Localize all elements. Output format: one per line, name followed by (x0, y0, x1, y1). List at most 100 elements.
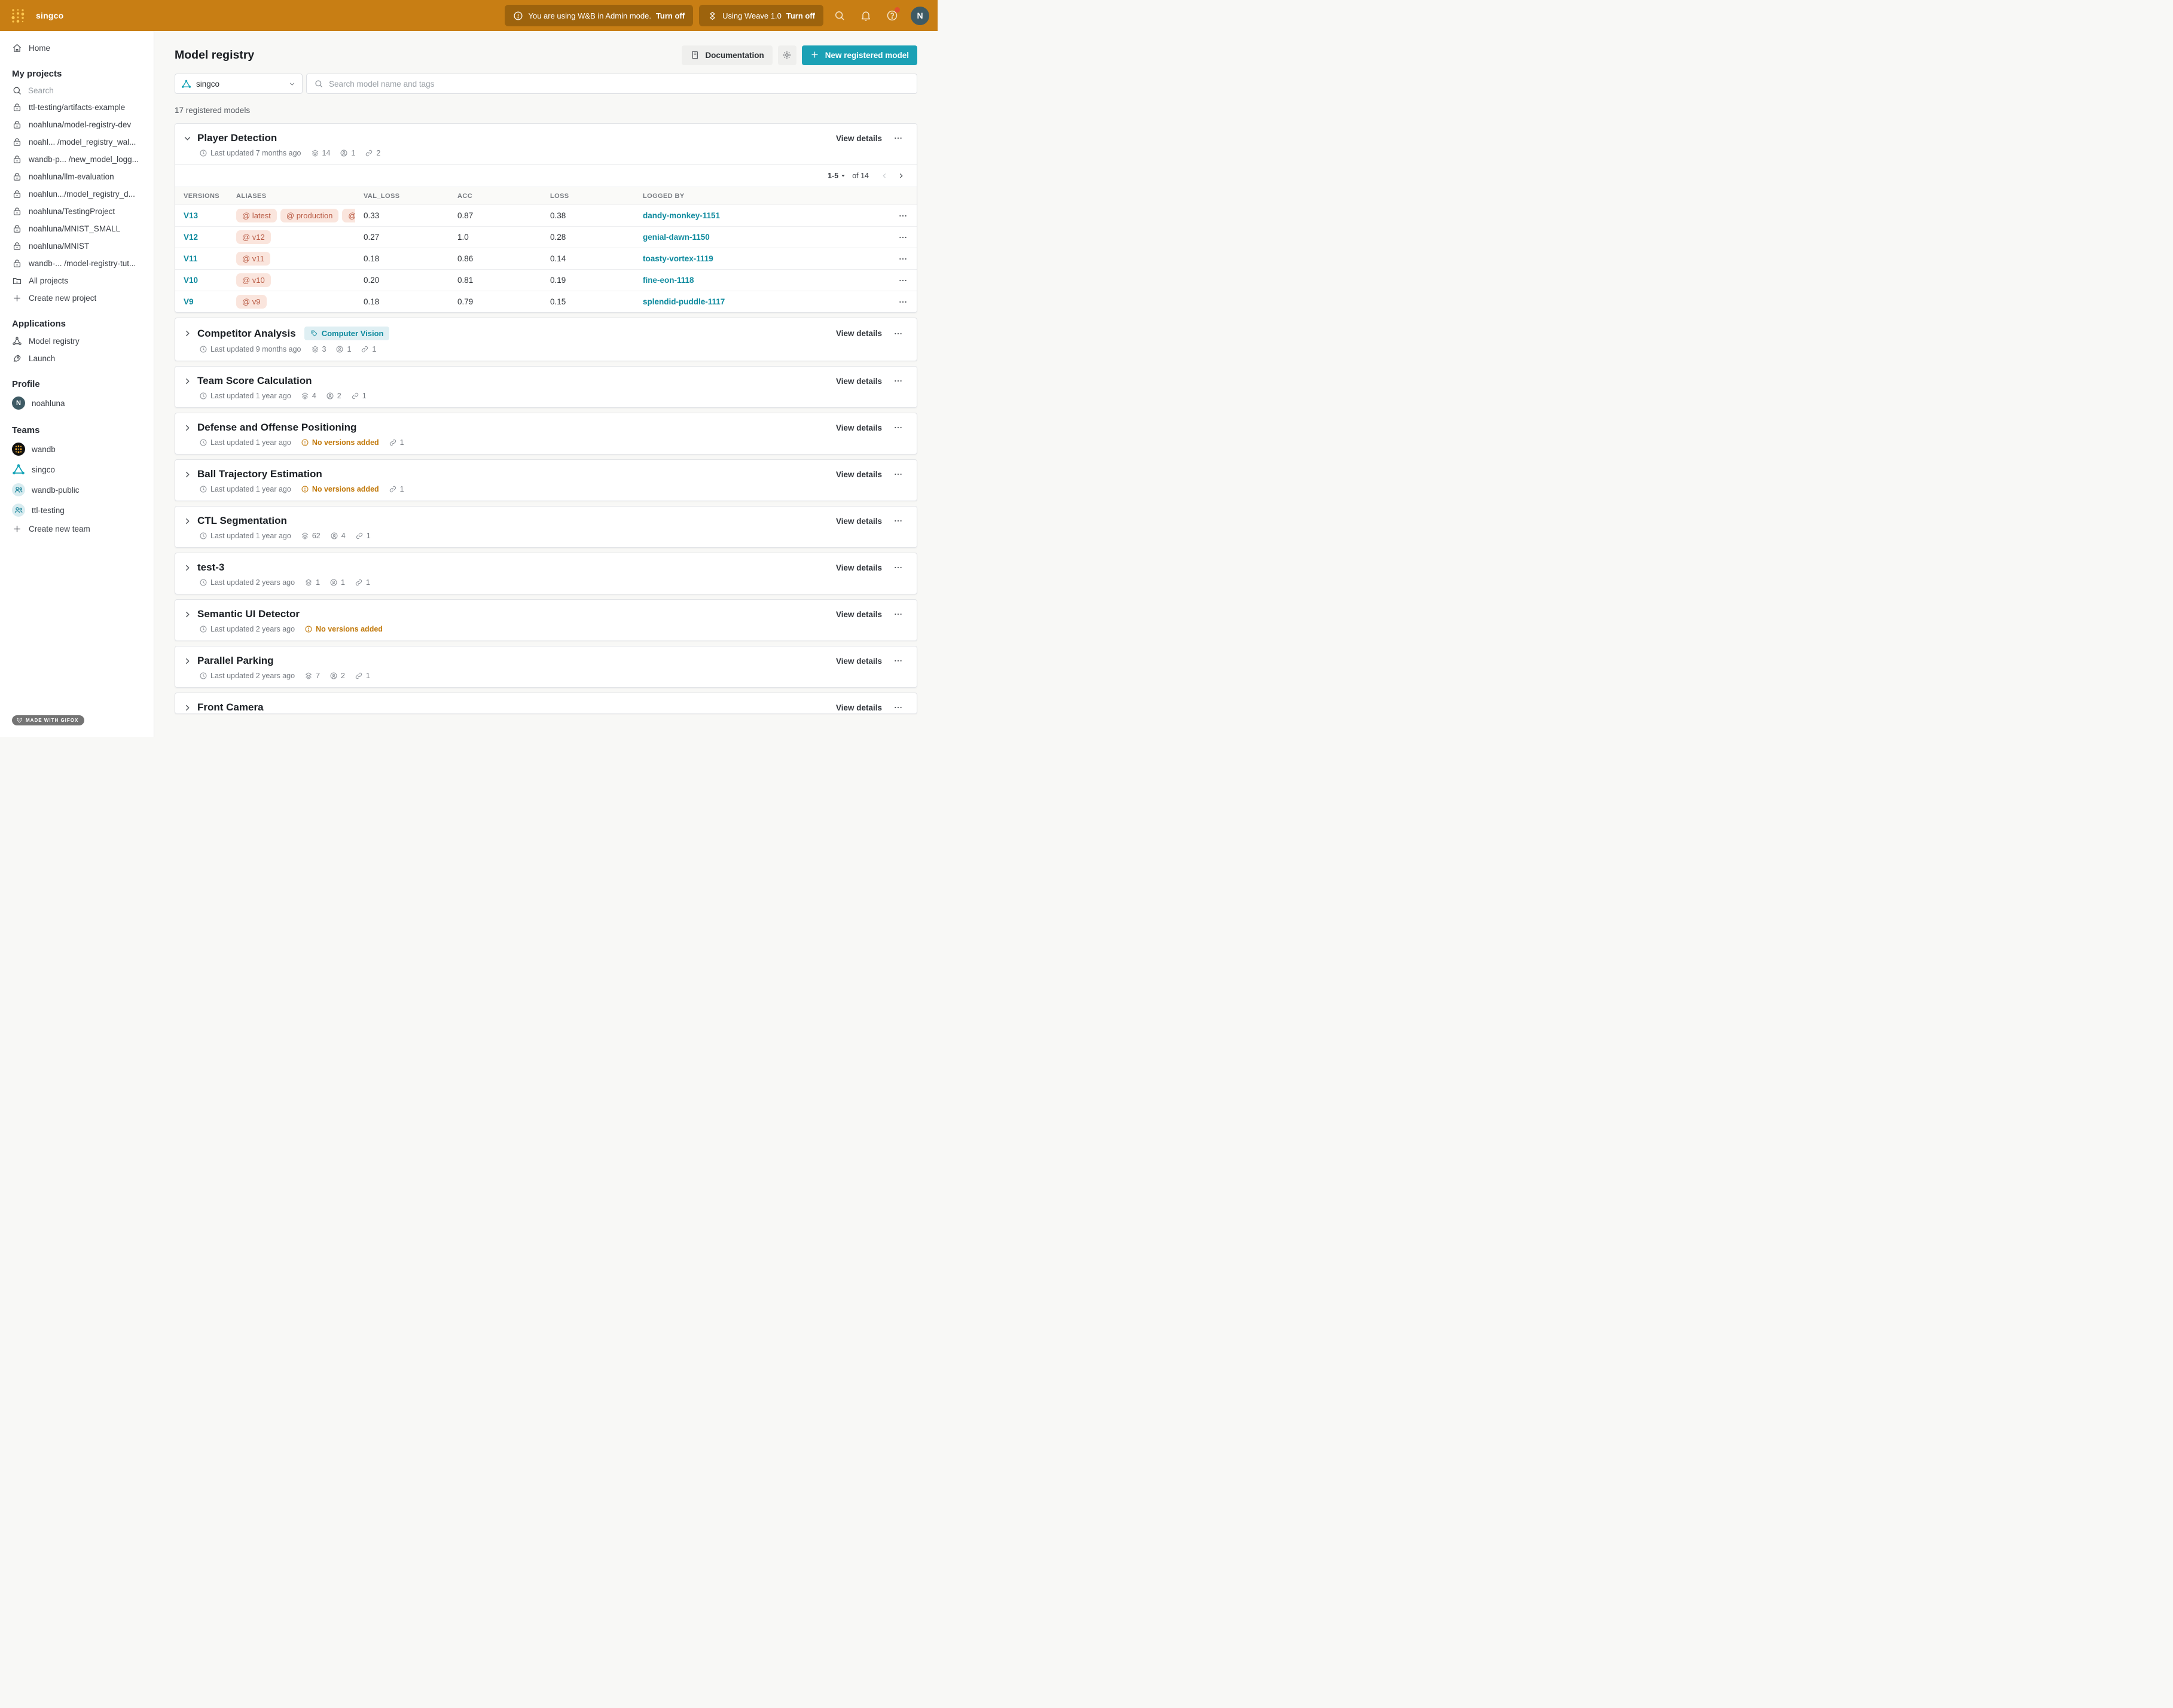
weave-turn-off-button[interactable]: Turn off (786, 11, 815, 20)
view-details-link[interactable]: View details (836, 329, 882, 338)
sidebar-item-ttl-testing[interactable]: ttl-testing (10, 500, 148, 520)
sidebar-item-noahluna-model-registry-dev[interactable]: noahluna/model-registry-dev (10, 116, 148, 133)
sidebar-item-launch[interactable]: Launch (10, 350, 148, 367)
overflow-menu-button[interactable] (892, 609, 905, 620)
logged-by-run-link[interactable]: dandy-monkey-1151 (634, 211, 889, 220)
documentation-button[interactable]: Documentation (682, 45, 772, 65)
team-selector[interactable]: singco (175, 74, 303, 94)
sidebar-item-model-registry[interactable]: Model registry (10, 333, 148, 350)
user-avatar[interactable]: N (911, 7, 929, 25)
chevron-right-icon[interactable] (182, 376, 193, 386)
view-details-link[interactable]: View details (836, 517, 882, 526)
sidebar-item-noahluna[interactable]: Nnoahluna (10, 393, 148, 413)
sidebar-item-all-projects[interactable]: All projects (10, 272, 148, 289)
model-name[interactable]: CTL Segmentation (197, 515, 287, 527)
version-link[interactable]: V10 (175, 276, 228, 285)
view-details-link[interactable]: View details (836, 657, 882, 666)
model-name[interactable]: Parallel Parking (197, 655, 274, 667)
chevron-right-icon[interactable] (182, 703, 193, 713)
view-details-link[interactable]: View details (836, 703, 882, 712)
model-search[interactable] (306, 74, 917, 94)
model-name[interactable]: Player Detection (197, 132, 277, 144)
chevron-right-icon[interactable] (182, 563, 193, 573)
logged-by-run-link[interactable]: genial-dawn-1150 (634, 233, 889, 242)
sidebar-project-search[interactable] (10, 83, 148, 99)
model-search-input[interactable] (329, 80, 910, 89)
sidebar-item-wandb-model-registry-tut[interactable]: wandb-... /model-registry-tut... (10, 255, 148, 272)
logged-by-run-link[interactable]: splendid-puddle-1117 (634, 297, 889, 306)
overflow-menu-button[interactable] (892, 702, 905, 713)
model-name[interactable]: Defense and Offense Positioning (197, 422, 356, 434)
overflow-menu-button[interactable] (892, 422, 905, 433)
model-name[interactable]: Front Camera (197, 702, 264, 713)
sidebar-item-noahluna-testingproject[interactable]: noahluna/TestingProject (10, 203, 148, 220)
view-details-link[interactable]: View details (836, 423, 882, 432)
row-overflow-menu-button[interactable] (896, 254, 910, 264)
chevron-right-icon[interactable] (182, 516, 193, 526)
help-button[interactable] (882, 5, 902, 26)
model-name[interactable]: test-3 (197, 562, 224, 574)
row-overflow-menu-button[interactable] (896, 297, 910, 307)
chevron-right-icon[interactable] (182, 469, 193, 480)
sidebar-item-home[interactable]: Home (10, 39, 148, 57)
pagination-range-dropdown[interactable]: 1-5 (828, 172, 846, 180)
sidebar-item-noahlun-model-registry-d[interactable]: noahlun.../model_registry_d... (10, 185, 148, 203)
logged-by-run-link[interactable]: toasty-vortex-1119 (634, 254, 889, 263)
sidebar-item-ttl-testing-artifacts-example[interactable]: ttl-testing/artifacts-example (10, 99, 148, 116)
version-link[interactable]: V9 (175, 297, 228, 306)
row-overflow-menu-button[interactable] (896, 211, 910, 221)
version-link[interactable]: V11 (175, 254, 228, 263)
admin-turn-off-button[interactable]: Turn off (656, 11, 685, 20)
view-details-link[interactable]: View details (836, 377, 882, 386)
chevron-right-icon[interactable] (182, 609, 193, 620)
logged-by-run-link[interactable]: fine-eon-1118 (634, 276, 889, 285)
overflow-menu-button[interactable] (892, 133, 905, 144)
model-name[interactable]: Semantic UI Detector (197, 608, 300, 620)
version-link[interactable]: V12 (175, 233, 228, 242)
settings-button[interactable] (778, 45, 796, 65)
overflow-menu-button[interactable] (892, 516, 905, 526)
sidebar-item-create-new-team[interactable]: Create new team (10, 520, 148, 538)
pagination-prev-button[interactable] (877, 169, 892, 183)
overflow-menu-button[interactable] (892, 562, 905, 573)
view-details-link[interactable]: View details (836, 134, 882, 143)
view-details-link[interactable]: View details (836, 610, 882, 619)
row-overflow-menu-button[interactable] (896, 275, 910, 286)
version-link[interactable]: V13 (175, 211, 228, 220)
chevron-right-icon[interactable] (182, 656, 193, 666)
chevron-down-icon[interactable] (182, 133, 193, 144)
sidebar-item-wandb-p-new-model-logg[interactable]: wandb-p... /new_model_logg... (10, 151, 148, 168)
gear-icon (782, 50, 792, 60)
sidebar-item-noahluna-llm-evaluation[interactable]: noahluna/llm-evaluation (10, 168, 148, 185)
notifications-bell-button[interactable] (856, 5, 876, 26)
row-overflow-menu-button[interactable] (896, 232, 910, 243)
sidebar-item-create-new-project[interactable]: Create new project (10, 289, 148, 307)
sidebar-project-search-input[interactable] (28, 86, 124, 95)
people-icon (12, 483, 25, 496)
sidebar-item-singco[interactable]: singco (10, 459, 148, 480)
model-tag[interactable]: Computer Vision (304, 327, 390, 340)
model-name[interactable]: Ball Trajectory Estimation (197, 468, 322, 480)
last-updated-text: Last updated 7 months ago (210, 149, 301, 157)
sidebar-item-wandb-public[interactable]: wandb-public (10, 480, 148, 500)
sidebar-item-noahluna-mnist[interactable]: noahluna/MNIST (10, 237, 148, 255)
topbar-team-name[interactable]: singco (36, 11, 63, 20)
view-details-link[interactable]: View details (836, 563, 882, 572)
sidebar-item-noahluna-mnist-small[interactable]: noahluna/MNIST_SMALL (10, 220, 148, 237)
overflow-menu-button[interactable] (892, 328, 905, 339)
overflow-menu-button[interactable] (892, 376, 905, 386)
chevron-right-icon[interactable] (182, 423, 193, 433)
overflow-menu-button[interactable] (892, 469, 905, 480)
acc-value: 0.81 (449, 276, 542, 285)
wandb-logo-icon[interactable] (10, 7, 26, 24)
new-registered-model-button[interactable]: New registered model (802, 45, 917, 65)
model-name[interactable]: Team Score Calculation (197, 375, 312, 387)
overflow-menu-button[interactable] (892, 655, 905, 666)
global-search-button[interactable] (829, 5, 850, 26)
view-details-link[interactable]: View details (836, 470, 882, 479)
model-name[interactable]: Competitor Analysis (197, 328, 296, 340)
sidebar-item-noahl-model-registry-wal[interactable]: noahl... /model_registry_wal... (10, 133, 148, 151)
sidebar-item-wandb[interactable]: wandb (10, 439, 148, 459)
chevron-right-icon[interactable] (182, 328, 193, 338)
pagination-next-button[interactable] (894, 169, 908, 183)
